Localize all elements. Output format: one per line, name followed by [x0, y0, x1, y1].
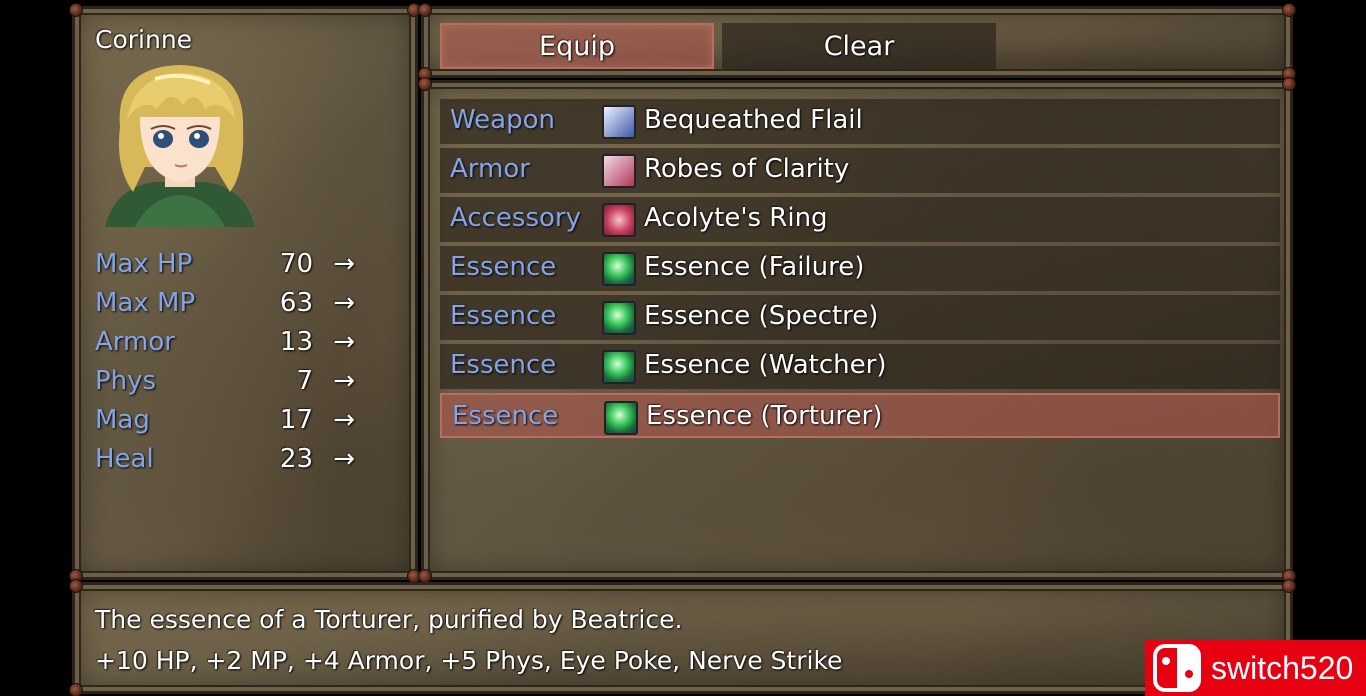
slot-item-name: Acolyte's Ring: [644, 203, 828, 233]
slot-item-name: Essence (Spectre): [644, 301, 879, 331]
frame-corner-ornament: [1282, 3, 1296, 17]
equip-slot-armor[interactable]: Armor Robes of Clarity: [440, 148, 1280, 193]
equip-slot-essence-4[interactable]: Essence Essence (Torturer): [440, 393, 1280, 438]
slot-label: Accessory: [450, 203, 581, 233]
watermark-text: switch520: [1211, 649, 1354, 686]
right-arrow-icon: →: [333, 288, 355, 318]
slot-label: Armor: [450, 154, 530, 184]
right-arrow-icon: →: [333, 405, 355, 435]
slot-label: Essence: [450, 301, 557, 331]
frame-corner-ornament: [69, 3, 83, 17]
stat-label: Heal: [95, 444, 154, 474]
command-window: Equip Clear: [418, 3, 1296, 81]
stat-row-heal: Heal 23 →: [95, 444, 355, 480]
slot-item-name: Essence (Torturer): [646, 401, 883, 431]
stat-value: 17: [279, 405, 313, 435]
frame-corner-ornament: [418, 3, 432, 17]
right-arrow-icon: →: [333, 444, 355, 474]
slot-item-name: Bequeathed Flail: [644, 105, 863, 135]
stat-value: 63: [279, 288, 313, 318]
slot-item-name: Essence (Failure): [644, 252, 865, 282]
essence-orb-icon: [602, 252, 636, 286]
right-arrow-icon: →: [333, 249, 355, 279]
stat-value: 70: [279, 249, 313, 279]
frame-corner-ornament: [69, 683, 83, 696]
slot-label: Weapon: [450, 105, 556, 135]
help-description-line: The essence of a Torturer, purified by B…: [95, 605, 683, 634]
equip-slot-window: Weapon Bequeathed Flail Armor Robes of C…: [418, 77, 1296, 583]
frame-corner-ornament: [1282, 579, 1296, 593]
stat-label: Armor: [95, 327, 175, 357]
equip-slot-accessory[interactable]: Accessory Acolyte's Ring: [440, 197, 1280, 242]
essence-orb-icon: [602, 350, 636, 384]
stat-label: Phys: [95, 366, 157, 396]
slot-label: Essence: [450, 350, 557, 380]
stat-row-max-hp: Max HP 70 →: [95, 249, 355, 285]
actor-name: Corinne: [95, 25, 193, 54]
right-arrow-icon: →: [333, 327, 355, 357]
switch-logo-icon: [1151, 642, 1207, 694]
stat-value: 13: [279, 327, 313, 357]
slot-label: Essence: [452, 401, 559, 431]
equip-command-button[interactable]: Equip: [440, 23, 714, 69]
equip-slot-weapon[interactable]: Weapon Bequeathed Flail: [440, 99, 1280, 144]
help-window: The essence of a Torturer, purified by B…: [69, 579, 1296, 696]
help-effects-line: +10 HP, +2 MP, +4 Armor, +5 Phys, Eye Po…: [95, 646, 843, 675]
stat-label: Max MP: [95, 288, 196, 318]
watermark: switch520: [1145, 640, 1366, 696]
stat-row-armor: Armor 13 →: [95, 327, 355, 363]
status-window: Corinne Max HP 70 → Max MP 63 → Armor 13: [69, 3, 421, 583]
frame-corner-ornament: [1282, 77, 1296, 91]
essence-orb-icon: [604, 401, 638, 435]
equip-slot-essence-3[interactable]: Essence Essence (Watcher): [440, 344, 1280, 389]
equip-slot-essence-1[interactable]: Essence Essence (Failure): [440, 246, 1280, 291]
frame-corner-ornament: [418, 77, 432, 91]
stat-value: 7: [296, 366, 313, 396]
stat-value: 23: [279, 444, 313, 474]
stat-row-phys: Phys 7 →: [95, 366, 355, 402]
flail-icon: [602, 105, 636, 139]
clear-command-button[interactable]: Clear: [722, 23, 996, 69]
stat-label: Mag: [95, 405, 150, 435]
equip-slot-essence-2[interactable]: Essence Essence (Spectre): [440, 295, 1280, 340]
actor-portrait: [105, 65, 255, 227]
robe-icon: [602, 154, 636, 188]
slot-item-name: Robes of Clarity: [644, 154, 850, 184]
right-arrow-icon: →: [333, 366, 355, 396]
ring-icon: [602, 203, 636, 237]
slot-label: Essence: [450, 252, 557, 282]
essence-orb-icon: [602, 301, 636, 335]
stat-label: Max HP: [95, 249, 193, 279]
slot-item-name: Essence (Watcher): [644, 350, 887, 380]
stat-row-mag: Mag 17 →: [95, 405, 355, 441]
frame-corner-ornament: [418, 569, 432, 583]
frame-corner-ornament: [69, 579, 83, 593]
stat-row-max-mp: Max MP 63 →: [95, 288, 355, 324]
